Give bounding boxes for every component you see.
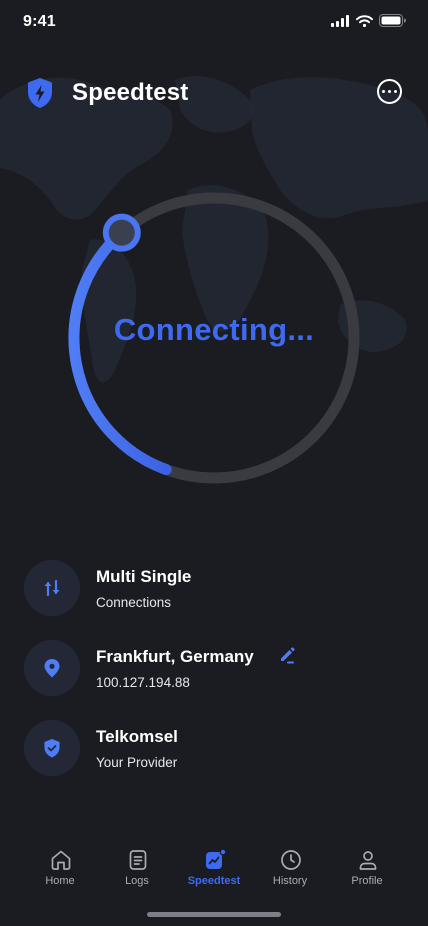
connection-type-subtitle: Connections bbox=[96, 595, 172, 610]
shield-bolt-icon bbox=[28, 78, 52, 108]
more-options-button[interactable] bbox=[377, 79, 402, 104]
document-icon bbox=[129, 850, 147, 870]
bottom-tab-bar: Home Logs Speedtest History Profile bbox=[0, 840, 428, 900]
shield-check-icon bbox=[24, 720, 80, 776]
app-header: Speedtest bbox=[0, 70, 428, 116]
gauge-knob bbox=[102, 213, 141, 252]
cellular-signal-icon bbox=[331, 14, 349, 27]
more-dot bbox=[394, 90, 397, 93]
user-icon bbox=[359, 851, 377, 870]
app-title: Speedtest bbox=[72, 79, 189, 106]
home-icon bbox=[51, 850, 71, 870]
connection-type-title: Multi Single bbox=[96, 567, 192, 586]
provider-item: Telkomsel Your Provider bbox=[24, 720, 404, 776]
tab-logs-label: Logs bbox=[125, 875, 149, 887]
up-down-arrows-icon bbox=[24, 560, 80, 616]
connection-info-list: Multi Single Connections Frankfurt, Germ… bbox=[24, 560, 404, 800]
wifi-icon bbox=[356, 14, 373, 27]
server-location-item: Frankfurt, Germany 100.127.194.88 bbox=[24, 640, 404, 696]
more-dot bbox=[388, 90, 391, 93]
server-ip-address: 100.127.194.88 bbox=[96, 675, 190, 690]
tab-home[interactable]: Home bbox=[25, 840, 95, 896]
tab-profile[interactable]: Profile bbox=[332, 840, 402, 896]
tab-logs[interactable]: Logs bbox=[102, 840, 172, 896]
provider-title: Telkomsel bbox=[96, 727, 178, 746]
status-bar: 9:41 bbox=[0, 0, 428, 44]
location-pin-icon bbox=[24, 640, 80, 696]
status-icons bbox=[331, 14, 406, 27]
provider-subtitle: Your Provider bbox=[96, 755, 178, 770]
tab-home-label: Home bbox=[45, 875, 75, 887]
connection-status-text: Connecting... bbox=[113, 312, 315, 347]
speedtest-chart-icon bbox=[206, 848, 227, 869]
tab-speedtest-label: Speedtest bbox=[187, 875, 241, 887]
connection-type-item: Multi Single Connections bbox=[24, 560, 404, 616]
edit-pencil-icon[interactable] bbox=[278, 646, 296, 664]
gauge-progress-arc bbox=[68, 227, 172, 476]
tab-history[interactable]: History bbox=[255, 840, 325, 896]
status-time: 9:41 bbox=[23, 13, 56, 30]
clock-icon bbox=[281, 850, 301, 870]
battery-icon bbox=[379, 14, 406, 27]
more-horizontal-icon bbox=[382, 90, 385, 93]
tab-profile-label: Profile bbox=[351, 875, 383, 887]
tab-history-label: History bbox=[272, 875, 308, 887]
home-indicator bbox=[147, 912, 281, 917]
tab-speedtest[interactable]: Speedtest bbox=[179, 840, 249, 896]
server-location-title: Frankfurt, Germany bbox=[96, 647, 254, 666]
